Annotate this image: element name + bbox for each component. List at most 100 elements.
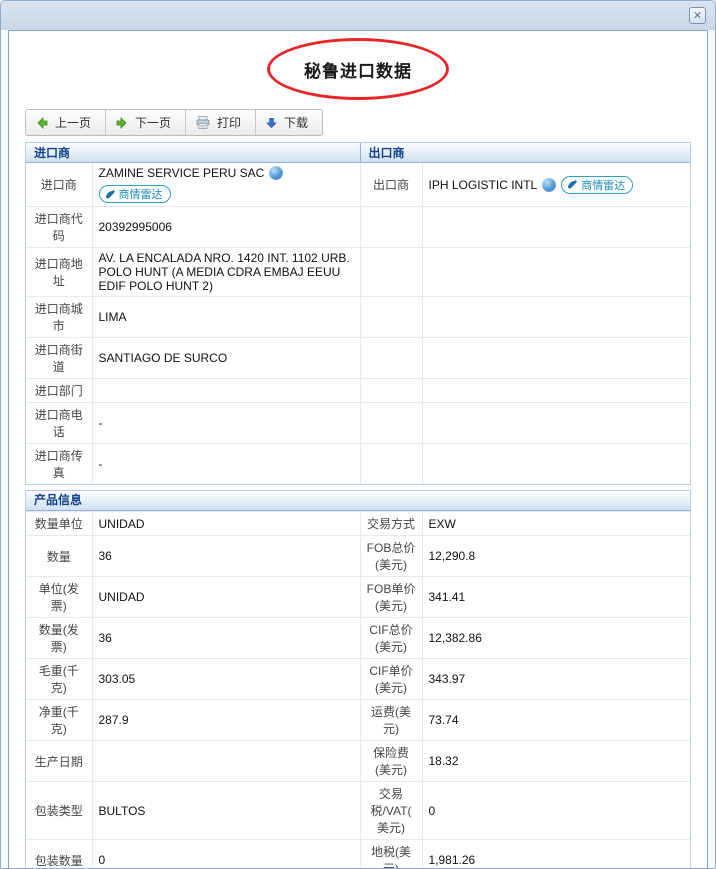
field-label: 出口商 — [360, 163, 422, 207]
radar-icon — [105, 189, 116, 200]
field-value: 0 — [422, 782, 690, 840]
download-label: 下载 — [284, 114, 308, 131]
field-value — [422, 338, 690, 379]
title-area: 秘鲁进口数据 — [9, 31, 707, 107]
field-value — [422, 248, 690, 297]
field-label: 单位(发票) — [26, 577, 92, 618]
field-value: 36 — [92, 618, 360, 659]
product-info-table: 数量单位UNIDAD交易方式EXW 数量36FOB总价(美元)12,290.8 … — [26, 511, 690, 869]
field-label: FOB单价(美元) — [360, 577, 422, 618]
field-value: SANTIAGO DE SURCO — [92, 338, 360, 379]
importer-section-header: 进口商 — [26, 143, 360, 163]
field-label: 生产日期 — [26, 741, 92, 782]
field-label: 交易方式 — [360, 512, 422, 536]
field-label — [360, 379, 422, 403]
field-value — [422, 379, 690, 403]
table-row: 进口商传真- — [26, 444, 690, 485]
field-label: 净重(千克) — [26, 700, 92, 741]
dialog-content: 秘鲁进口数据 上一页 下一页 — [8, 30, 708, 869]
field-label: FOB总价(美元) — [360, 536, 422, 577]
globe-icon[interactable] — [269, 166, 283, 180]
field-label: 进口商电话 — [26, 403, 92, 444]
field-label — [360, 297, 422, 338]
next-page-label: 下一页 — [135, 114, 171, 131]
importer-exporter-section: 进口商 出口商 进口商 ZAMINE SERVICE PERU SAC — [25, 142, 691, 485]
product-section-header: 产品信息 — [26, 491, 690, 511]
field-label: CIF单价(美元) — [360, 659, 422, 700]
field-label: 运费(美元) — [360, 700, 422, 741]
importer-exporter-table: 进口商 出口商 进口商 ZAMINE SERVICE PERU SAC — [26, 143, 690, 484]
field-value: 341.41 — [422, 577, 690, 618]
table-row: 进口商地址AV. LA ENCALADA NRO. 1420 INT. 1102… — [26, 248, 690, 297]
field-value: UNIDAD — [92, 577, 360, 618]
dialog-titlebar: ✕ — [1, 1, 715, 30]
table-row: 单位(发票)UNIDADFOB单价(美元)341.41 — [26, 577, 690, 618]
field-value: 73.74 — [422, 700, 690, 741]
field-label: 进口部门 — [26, 379, 92, 403]
field-value — [422, 297, 690, 338]
field-label: 毛重(千克) — [26, 659, 92, 700]
field-label: 进口商代码 — [26, 207, 92, 248]
field-value: - — [92, 403, 360, 444]
record-sections: 进口商 出口商 进口商 ZAMINE SERVICE PERU SAC — [25, 142, 691, 869]
field-label — [360, 444, 422, 485]
prev-page-button[interactable]: 上一页 — [26, 110, 106, 135]
print-button[interactable]: 打印 — [186, 110, 256, 135]
field-value: BULTOS — [92, 782, 360, 840]
table-row: 进口商 ZAMINE SERVICE PERU SAC — [26, 163, 690, 207]
table-row: 进口商街道SANTIAGO DE SURCO — [26, 338, 690, 379]
next-page-button[interactable]: 下一页 — [106, 110, 186, 135]
page-title: 秘鲁进口数据 — [304, 57, 412, 82]
field-value: 20392995006 — [92, 207, 360, 248]
field-label: 进口商传真 — [26, 444, 92, 485]
product-info-section: 产品信息 数量单位UNIDAD交易方式EXW 数量36FOB总价(美元)12,2… — [25, 490, 691, 869]
table-row: 净重(千克)287.9运费(美元)73.74 — [26, 700, 690, 741]
globe-icon[interactable] — [542, 178, 556, 192]
arrow-right-icon — [116, 117, 128, 129]
radar-badge-label: 商情雷达 — [581, 177, 625, 193]
close-icon[interactable]: ✕ — [689, 7, 706, 24]
field-label: 进口商城市 — [26, 297, 92, 338]
field-label: 包装类型 — [26, 782, 92, 840]
field-label: 进口商街道 — [26, 338, 92, 379]
field-value: 1,981.26 — [422, 840, 690, 869]
field-label: 地税(美元) — [360, 840, 422, 869]
table-row: 包装类型BULTOS交易税/VAT(美元)0 — [26, 782, 690, 840]
field-label — [360, 207, 422, 248]
toolbar-button-group: 上一页 下一页 打印 — [25, 109, 323, 136]
toolbar: 上一页 下一页 打印 — [9, 107, 707, 142]
field-label: 进口商地址 — [26, 248, 92, 297]
arrow-down-icon — [266, 117, 277, 129]
field-value — [422, 207, 690, 248]
field-value: 0 — [92, 840, 360, 869]
radar-badge-importer[interactable]: 商情雷达 — [99, 185, 171, 203]
table-row: 进口商代码20392995006 — [26, 207, 690, 248]
field-value: 12,290.8 — [422, 536, 690, 577]
table-row: 进口商电话- — [26, 403, 690, 444]
field-label: 数量 — [26, 536, 92, 577]
trade-record-dialog: ✕ 秘鲁进口数据 上一页 下一页 — [0, 0, 716, 869]
table-row: 进口部门 — [26, 379, 690, 403]
field-label — [360, 403, 422, 444]
table-row: 包装数量0地税(美元)1,981.26 — [26, 840, 690, 869]
field-value — [422, 444, 690, 485]
field-value: UNIDAD — [92, 512, 360, 536]
field-label — [360, 338, 422, 379]
field-label: 包装数量 — [26, 840, 92, 869]
field-value — [92, 741, 360, 782]
download-button[interactable]: 下载 — [256, 110, 322, 135]
field-value: 12,382.86 — [422, 618, 690, 659]
field-value: - — [92, 444, 360, 485]
field-label: 数量(发票) — [26, 618, 92, 659]
exporter-name: IPH LOGISTIC INTL — [429, 178, 538, 192]
field-value: 36 — [92, 536, 360, 577]
table-row: 数量(发票)36CIF总价(美元)12,382.86 — [26, 618, 690, 659]
print-label: 打印 — [217, 114, 241, 131]
field-label: 交易税/VAT(美元) — [360, 782, 422, 840]
table-row: 生产日期保险费(美元)18.32 — [26, 741, 690, 782]
prev-page-label: 上一页 — [55, 114, 91, 131]
table-row: 毛重(千克)303.05CIF单价(美元)343.97 — [26, 659, 690, 700]
field-label: 进口商 — [26, 163, 92, 207]
field-value — [92, 379, 360, 403]
radar-badge-exporter[interactable]: 商情雷达 — [561, 176, 633, 194]
